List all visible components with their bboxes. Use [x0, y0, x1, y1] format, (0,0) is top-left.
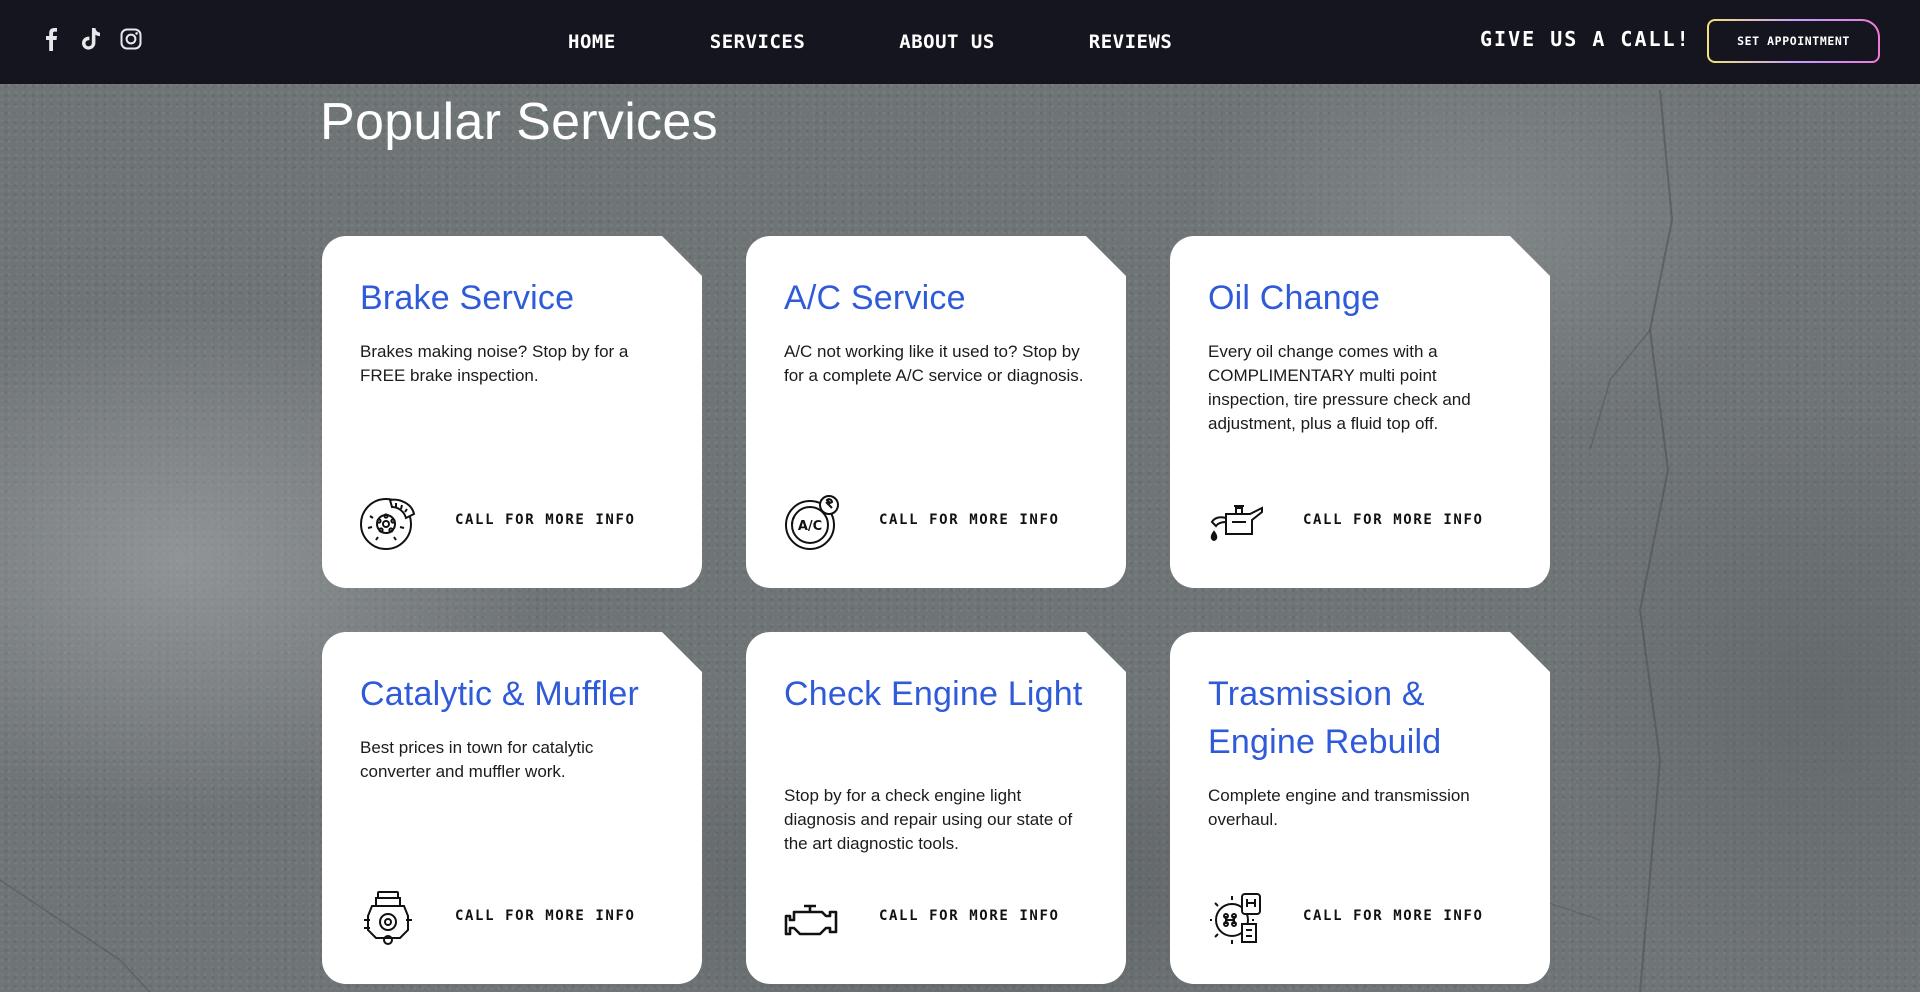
- tiktok-icon[interactable]: [80, 26, 102, 52]
- call-for-more-info-link[interactable]: CALL FOR MORE INFO: [879, 512, 1060, 528]
- nav-home[interactable]: HOME: [568, 31, 616, 53]
- facebook-icon[interactable]: [40, 26, 62, 52]
- svg-text:A/C: A/C: [798, 519, 822, 534]
- card-description: Stop by for a check engine light diagnos…: [784, 786, 1073, 853]
- instagram-icon[interactable]: [120, 26, 142, 52]
- page-title: Popular Services: [320, 93, 718, 151]
- call-for-more-info-link[interactable]: CALL FOR MORE INFO: [455, 908, 636, 924]
- card-title: Oil Change: [1208, 279, 1381, 317]
- ac-service-icon: A/C: [784, 494, 840, 550]
- brake-disc-icon: [360, 494, 416, 550]
- give-us-a-call-link[interactable]: GIVE US A CALL!: [1480, 27, 1691, 51]
- card-description: A/C not working like it used to? Stop by…: [784, 342, 1084, 385]
- call-for-more-info-link[interactable]: CALL FOR MORE INFO: [1303, 908, 1484, 924]
- oil-can-icon: [1208, 494, 1264, 550]
- card-description: Brakes making noise? Stop by for a FREE …: [360, 342, 629, 385]
- card-title: Trasmission & Engine Rebuild: [1208, 675, 1442, 761]
- check-engine-icon: [784, 890, 840, 946]
- set-appointment-button[interactable]: SET APPOINTMENT: [1707, 19, 1880, 63]
- service-card-oil-change: Oil Change Every oil change comes with a…: [1170, 236, 1550, 588]
- service-card-brake: Brake Service Brakes making noise? Stop …: [322, 236, 702, 588]
- call-for-more-info-link[interactable]: CALL FOR MORE INFO: [879, 908, 1060, 924]
- card-description: Every oil change comes with a COMPLIMENT…: [1208, 342, 1471, 433]
- service-card-check-engine: Check Engine Light Stop by for a check e…: [746, 632, 1126, 984]
- engine-block-icon: [360, 890, 416, 946]
- site-header: HOME SERVICES ABOUT US REVIEWS GIVE US A…: [0, 0, 1920, 84]
- nav-about-us[interactable]: ABOUT US: [899, 31, 995, 53]
- nav-services[interactable]: SERVICES: [710, 31, 806, 53]
- service-card-ac: A/C Service A/C not working like it used…: [746, 236, 1126, 588]
- card-description: Best prices in town for catalytic conver…: [360, 738, 594, 781]
- card-title: Brake Service: [360, 279, 575, 317]
- call-for-more-info-link[interactable]: CALL FOR MORE INFO: [1303, 512, 1484, 528]
- set-appointment-label: SET APPOINTMENT: [1709, 21, 1878, 61]
- transmission-gear-icon: [1208, 890, 1264, 946]
- service-card-transmission-rebuild: Trasmission & Engine Rebuild Complete en…: [1170, 632, 1550, 984]
- card-description: Complete engine and transmission overhau…: [1208, 786, 1470, 829]
- card-title: A/C Service: [784, 279, 966, 317]
- card-title: Check Engine Light: [784, 675, 1083, 713]
- call-for-more-info-link[interactable]: CALL FOR MORE INFO: [455, 512, 636, 528]
- service-card-catalytic-muffler: Catalytic & Muffler Best prices in town …: [322, 632, 702, 984]
- nav-reviews[interactable]: REVIEWS: [1089, 31, 1173, 53]
- main-nav: HOME SERVICES ABOUT US REVIEWS: [568, 0, 1266, 84]
- social-links: [40, 26, 142, 52]
- card-title: Catalytic & Muffler: [360, 675, 640, 713]
